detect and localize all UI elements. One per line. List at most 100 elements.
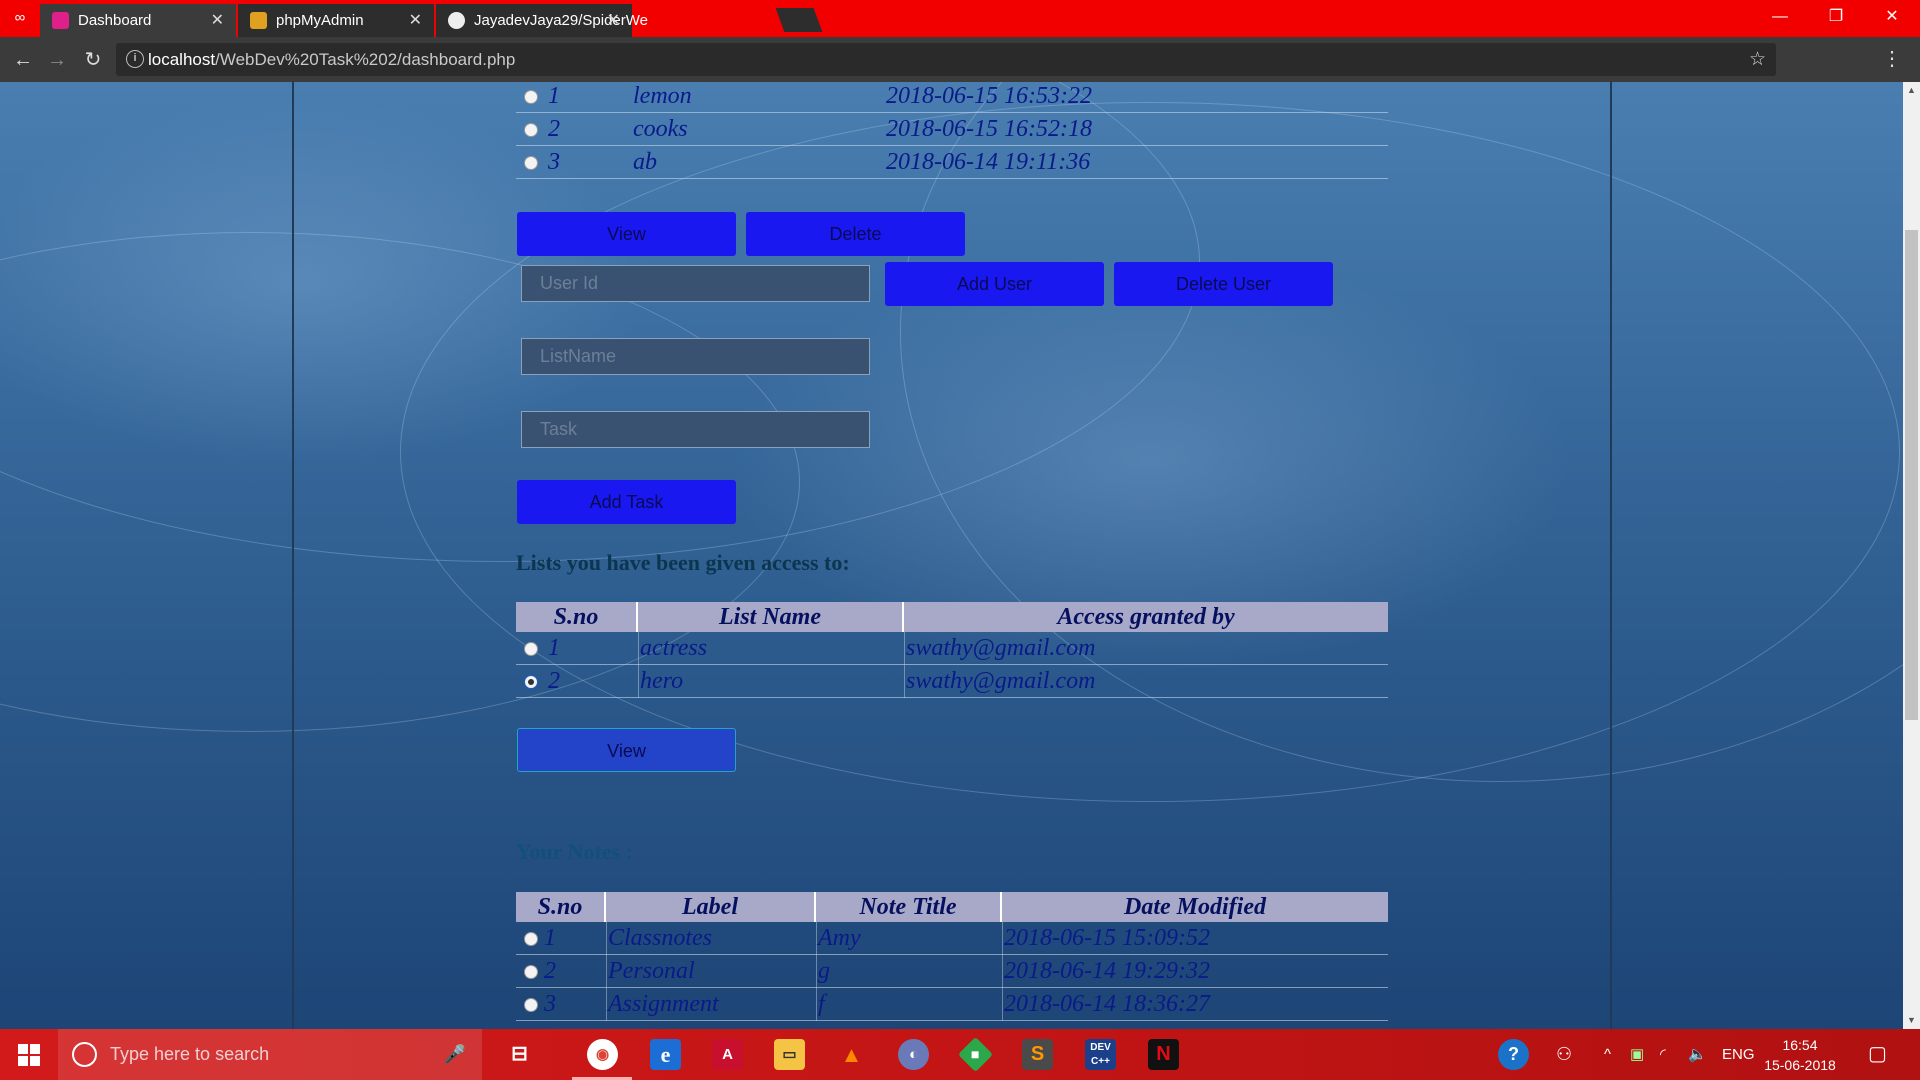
add-task-button[interactable]: Add Task bbox=[517, 480, 736, 524]
add-user-button[interactable]: Add User bbox=[885, 262, 1104, 306]
sno-cell: 2 bbox=[548, 116, 560, 142]
row-radio[interactable] bbox=[524, 642, 538, 656]
browser-menu-icon[interactable]: ⋮ bbox=[1882, 46, 1902, 71]
chevron-up-icon[interactable]: ^ bbox=[1604, 1029, 1611, 1080]
tab-title: JayadevJaya29/SpiderWe bbox=[474, 12, 648, 29]
app-icon[interactable]: ◐ bbox=[898, 1039, 929, 1070]
notes-heading: Your Notes : bbox=[516, 839, 633, 864]
close-tab-icon[interactable]: ✕ bbox=[607, 4, 620, 37]
row-radio-selected[interactable] bbox=[524, 675, 538, 689]
user-id-input[interactable]: User Id bbox=[521, 265, 870, 302]
tab-github[interactable]: JayadevJaya29/SpiderWe ✕ bbox=[436, 4, 648, 37]
date-cell: 2018-06-14 18:36:27 bbox=[1004, 991, 1210, 1017]
note-title-cell: Amy bbox=[818, 925, 861, 951]
list-name-cell: hero bbox=[640, 668, 684, 694]
column-header: List Name bbox=[638, 602, 904, 632]
wifi-icon[interactable]: ◜ bbox=[1660, 1029, 1666, 1080]
date-cell: 2018-06-14 19:11:36 bbox=[886, 149, 1091, 175]
windows-start-icon[interactable] bbox=[18, 1044, 40, 1066]
tab-strip: ∞ Dashboard ✕ phpMyAdmin ✕ JayadevJaya29… bbox=[0, 0, 1920, 37]
taskbar-search[interactable]: Type here to search 🎤 bbox=[58, 1029, 482, 1080]
close-tab-icon[interactable]: ✕ bbox=[409, 4, 422, 37]
task-input[interactable]: Task bbox=[521, 411, 870, 448]
table-row[interactable]: 1 actress swathy@gmail.com bbox=[516, 632, 1388, 665]
list-name-cell: actress bbox=[640, 635, 708, 661]
volume-icon[interactable]: 🔈 bbox=[1688, 1029, 1707, 1080]
vlc-icon[interactable]: ▲ bbox=[836, 1039, 867, 1070]
close-window-icon[interactable]: ✕ bbox=[1864, 0, 1920, 34]
page-scrollbar[interactable]: ▲ ▼ bbox=[1903, 82, 1920, 1029]
table-row[interactable]: 3 ab 2018-06-14 19:11:36 bbox=[516, 146, 1388, 179]
list-name-input[interactable]: ListName bbox=[521, 338, 870, 375]
phpmyadmin-favicon-icon bbox=[250, 12, 267, 29]
list-name-cell: cooks bbox=[633, 116, 688, 142]
scroll-up-icon[interactable]: ▲ bbox=[1903, 82, 1920, 99]
devcpp-icon[interactable]: DEV C++ bbox=[1085, 1039, 1116, 1070]
sno-cell: 3 bbox=[548, 149, 560, 175]
date-cell: 2018-06-15 16:53:22 bbox=[886, 83, 1092, 109]
table-row[interactable]: 2 cooks 2018-06-15 16:52:18 bbox=[516, 113, 1388, 146]
tab-dashboard[interactable]: Dashboard ✕ bbox=[40, 4, 236, 37]
forward-arrow-icon[interactable]: → bbox=[44, 47, 70, 73]
table-row[interactable]: 1 Classnotes Amy 2018-06-15 15:09:52 bbox=[516, 922, 1388, 955]
edge-icon[interactable]: e bbox=[650, 1039, 681, 1070]
language-indicator[interactable]: ENG bbox=[1722, 1029, 1755, 1080]
bookmark-star-icon[interactable]: ☆ bbox=[1749, 43, 1766, 76]
url-host: localhost bbox=[148, 50, 216, 69]
windows-taskbar: Type here to search 🎤 ⊟ ◉ e A ▭ ▲ ◐ ◆ S … bbox=[0, 1029, 1920, 1080]
back-arrow-icon[interactable]: ← bbox=[10, 47, 36, 73]
scroll-down-icon[interactable]: ▼ bbox=[1903, 1012, 1920, 1029]
row-radio[interactable] bbox=[524, 156, 538, 170]
view-button[interactable]: View bbox=[517, 212, 736, 256]
help-icon[interactable]: ? bbox=[1498, 1039, 1529, 1070]
url-path: /WebDev%20Task%202/dashboard.php bbox=[215, 50, 516, 69]
row-radio[interactable] bbox=[524, 998, 538, 1012]
incognito-menu-icon[interactable]: ∞ bbox=[8, 8, 32, 28]
new-tab-button[interactable] bbox=[775, 8, 823, 32]
table-row[interactable]: 2 Personal g 2018-06-14 19:29:32 bbox=[516, 955, 1388, 988]
granted-by-cell: swathy@gmail.com bbox=[906, 635, 1096, 661]
view-shared-list-button[interactable]: View bbox=[517, 728, 736, 772]
delete-user-button[interactable]: Delete User bbox=[1114, 262, 1333, 306]
git-icon[interactable]: ◆ bbox=[957, 1036, 994, 1073]
restore-icon[interactable]: ❐ bbox=[1808, 0, 1864, 34]
chrome-icon[interactable]: ◉ bbox=[587, 1039, 618, 1070]
delete-button[interactable]: Delete bbox=[746, 212, 965, 256]
file-explorer-icon[interactable]: ▭ bbox=[774, 1039, 805, 1070]
column-header: S.no bbox=[516, 602, 638, 632]
minimize-icon[interactable]: — bbox=[1752, 0, 1808, 34]
table-row[interactable]: 1 lemon 2018-06-15 16:53:22 bbox=[516, 82, 1388, 113]
row-radio[interactable] bbox=[524, 123, 538, 137]
notifications-icon[interactable]: ▢ bbox=[1868, 1029, 1887, 1080]
tab-title: Dashboard bbox=[78, 12, 152, 29]
cortana-icon bbox=[72, 1042, 97, 1067]
label-cell: Assignment bbox=[608, 991, 719, 1017]
url-field[interactable]: i localhost/WebDev%20Task%202/dashboard.… bbox=[116, 43, 1776, 76]
tab-phpmyadmin[interactable]: phpMyAdmin ✕ bbox=[238, 4, 434, 37]
page-viewport: 1 lemon 2018-06-15 16:53:22 2 cooks 2018… bbox=[0, 82, 1903, 1029]
acrobat-icon[interactable]: A bbox=[712, 1039, 743, 1070]
scrollbar-thumb[interactable] bbox=[1905, 230, 1918, 720]
tray-app-icon[interactable]: ▣ bbox=[1630, 1029, 1644, 1080]
note-title-cell: g bbox=[818, 958, 830, 984]
info-icon[interactable]: i bbox=[126, 50, 144, 68]
netflix-icon[interactable]: N bbox=[1148, 1039, 1179, 1070]
row-radio[interactable] bbox=[524, 932, 538, 946]
close-tab-icon[interactable]: ✕ bbox=[211, 4, 224, 37]
table-row[interactable]: 2 hero swathy@gmail.com bbox=[516, 665, 1388, 698]
row-radio[interactable] bbox=[524, 90, 538, 104]
sublime-icon[interactable]: S bbox=[1022, 1039, 1053, 1070]
microphone-icon[interactable]: 🎤 bbox=[444, 1029, 466, 1080]
column-header: Note Title bbox=[816, 892, 1002, 922]
shared-lists-heading: Lists you have been given access to: bbox=[516, 550, 850, 575]
column-header: S.no bbox=[516, 892, 606, 922]
task-view-icon[interactable]: ⊟ bbox=[504, 1039, 535, 1070]
people-icon[interactable]: ⚇ bbox=[1556, 1029, 1572, 1080]
sno-cell: 2 bbox=[548, 668, 560, 694]
column-header: Label bbox=[606, 892, 816, 922]
table-row[interactable]: 3 Assignment f 2018-06-14 18:36:27 bbox=[516, 988, 1388, 1021]
row-radio[interactable] bbox=[524, 965, 538, 979]
sno-cell: 1 bbox=[548, 83, 560, 109]
clock[interactable]: 16:54 15-06-2018 bbox=[1760, 1035, 1840, 1075]
reload-icon[interactable]: ↻ bbox=[80, 47, 106, 73]
